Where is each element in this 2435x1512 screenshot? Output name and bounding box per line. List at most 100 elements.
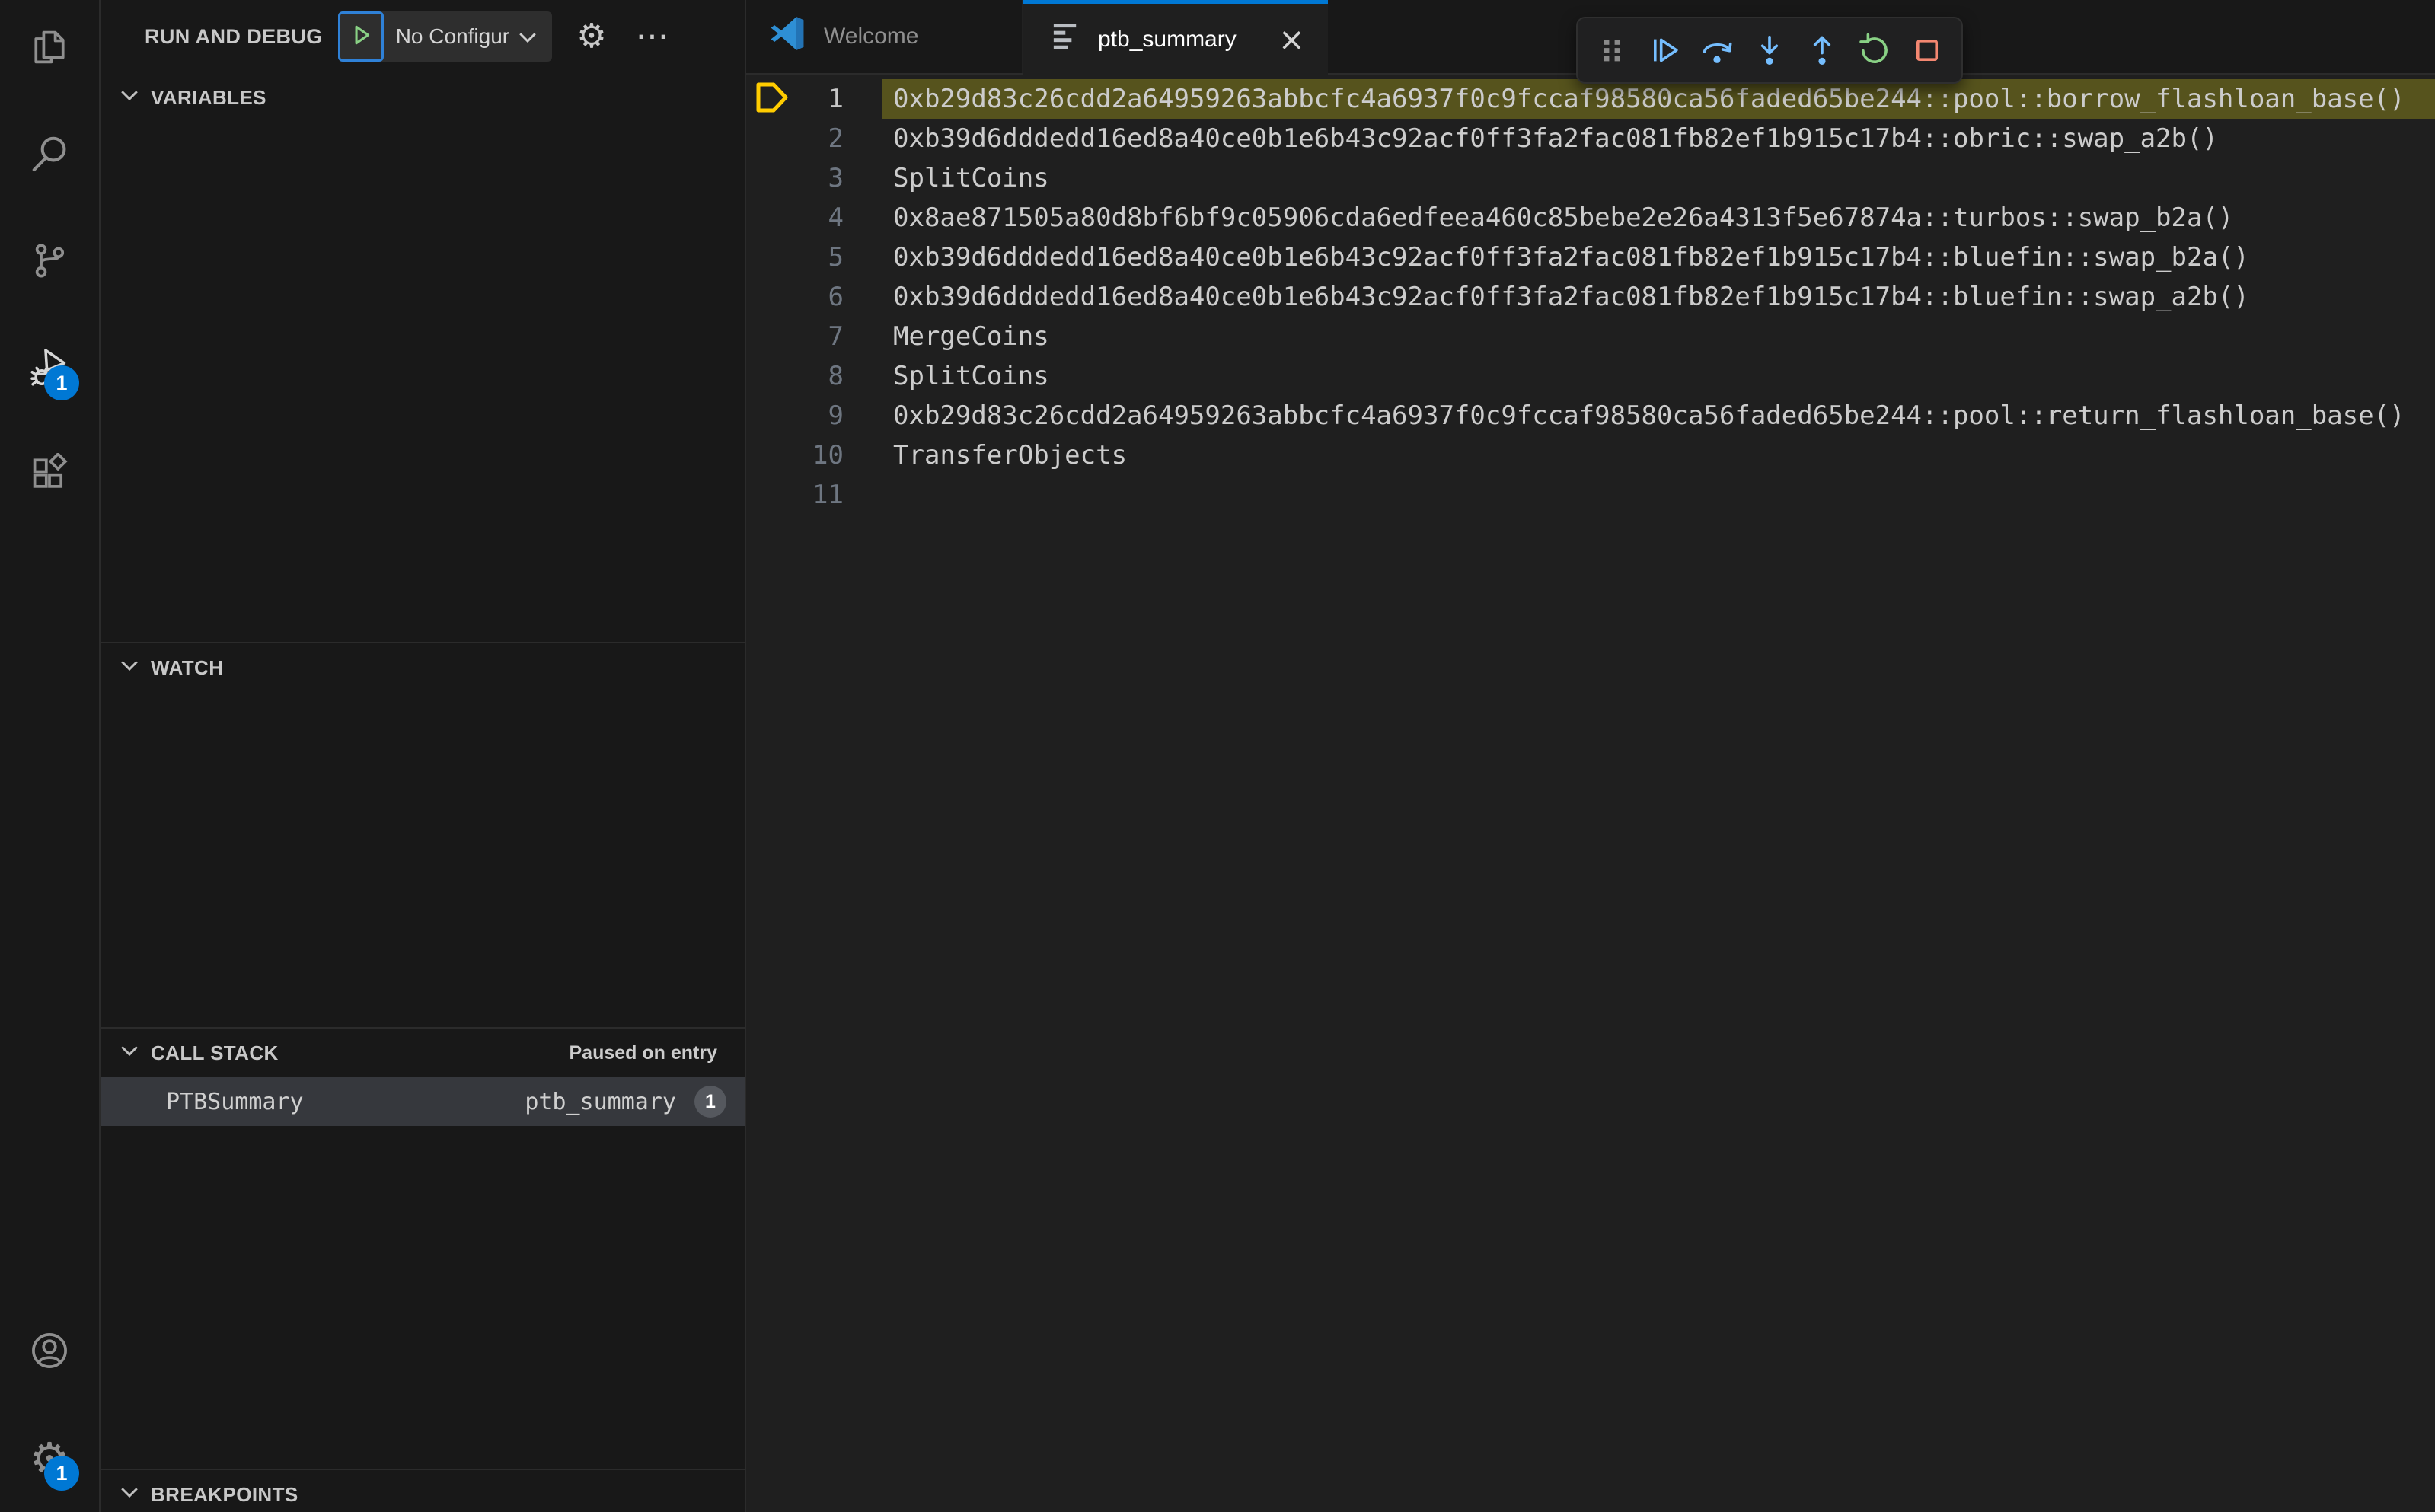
account-button[interactable] xyxy=(0,1299,99,1405)
line-text[interactable]: MergeCoins xyxy=(882,317,2435,356)
line-number: 6 xyxy=(828,282,844,312)
line-text[interactable]: TransferObjects xyxy=(882,435,2435,475)
line-number: 7 xyxy=(828,321,844,352)
current-line-arrow-icon xyxy=(752,81,792,117)
run-and-debug-sidebar: RUN AND DEBUG No Configur ⚙ ⋯ VARIABLES … xyxy=(101,0,746,1512)
sidebar-item-search[interactable] xyxy=(0,102,99,209)
sidebar-title: RUN AND DEBUG xyxy=(145,24,323,48)
line-text[interactable] xyxy=(882,475,2435,515)
code-line-2: 2 0xb39d6dddedd16ed8a40ce0b1e6b43c92acf0… xyxy=(746,119,2435,158)
close-tab-icon[interactable]: × xyxy=(1278,23,1305,56)
line-text[interactable]: 0xb39d6dddedd16ed8a40ce0b1e6b43c92acf0ff… xyxy=(882,277,2435,317)
settings-button[interactable]: ⚙ 1 xyxy=(0,1405,99,1512)
code-line-7: 7 MergeCoins xyxy=(746,317,2435,356)
debug-toolbar xyxy=(1576,17,1963,84)
frame-source: ptb_summary xyxy=(525,1088,676,1115)
code-line-11: 11 xyxy=(746,475,2435,515)
debug-count-badge: 1 xyxy=(44,365,79,400)
explorer-icon xyxy=(29,27,70,72)
code-line-4: 4 0x8ae871505a80d8bf6bf9c05906cda6edfeea… xyxy=(746,198,2435,238)
line-number: 4 xyxy=(828,203,844,233)
account-icon xyxy=(29,1330,70,1375)
gutter-breakpoint-slot[interactable] xyxy=(746,238,799,277)
code-line-1: 1 0xb29d83c26cdd2a64959263abbcfc4a6937f0… xyxy=(746,79,2435,119)
chevron-down-icon xyxy=(120,90,151,105)
code-line-10: 10 TransferObjects xyxy=(746,435,2435,475)
sidebar-header: RUN AND DEBUG No Configur ⚙ ⋯ xyxy=(101,0,745,73)
code-line-6: 6 0xb39d6dddedd16ed8a40ce0b1e6b43c92acf0… xyxy=(746,277,2435,317)
debug-config-label: No Configur xyxy=(395,24,510,48)
watch-label: WATCH xyxy=(151,656,224,679)
vscode-logo-icon xyxy=(769,14,807,59)
start-debugging-button[interactable] xyxy=(337,11,384,62)
frame-name: PTBSummary xyxy=(166,1088,304,1115)
line-text[interactable]: 0xb39d6dddedd16ed8a40ce0b1e6b43c92acf0ff… xyxy=(882,238,2435,277)
gutter-breakpoint-slot[interactable] xyxy=(746,396,799,435)
play-icon xyxy=(346,21,375,53)
variables-section-header[interactable]: VARIABLES xyxy=(101,73,745,122)
activity-bar-bottom: ⚙ 1 xyxy=(0,1303,99,1512)
tab-ptb-summary-label: ptb_summary xyxy=(1098,26,1237,52)
code-editor: 1 0xb29d83c26cdd2a64959263abbcfc4a6937f0… xyxy=(746,75,2435,515)
variables-section: VARIABLES xyxy=(101,73,745,642)
variables-label: VARIABLES xyxy=(151,85,266,109)
step-into-button[interactable] xyxy=(1750,31,1789,69)
call-stack-section-header[interactable]: CALL STACK Paused on entry xyxy=(101,1029,745,1077)
sidebar-item-extensions[interactable] xyxy=(0,422,99,528)
activity-bar: 1 ⚙ 1 xyxy=(0,0,101,1512)
debug-config-dropdown[interactable]: No Configur xyxy=(384,11,552,62)
breakpoints-label: BREAKPOINTS xyxy=(151,1482,298,1506)
gutter-breakpoint-slot[interactable] xyxy=(746,79,799,119)
settings-count-badge: 1 xyxy=(44,1456,79,1491)
gutter-breakpoint-slot[interactable] xyxy=(746,277,799,317)
list-file-icon xyxy=(1049,20,1083,59)
line-number: 10 xyxy=(812,440,844,471)
line-text[interactable]: SplitCoins xyxy=(882,356,2435,396)
code-line-8: 8 SplitCoins xyxy=(746,356,2435,396)
line-text[interactable]: 0xb29d83c26cdd2a64959263abbcfc4a6937f0c9… xyxy=(882,79,2435,119)
continue-button[interactable] xyxy=(1645,31,1683,69)
code-line-9: 9 0xb29d83c26cdd2a64959263abbcfc4a6937f0… xyxy=(746,396,2435,435)
line-number: 5 xyxy=(828,242,844,273)
toolbar-drag-gripper[interactable] xyxy=(1593,31,1631,69)
breakpoints-section: BREAKPOINTS xyxy=(101,1469,745,1512)
restart-button[interactable] xyxy=(1856,31,1894,69)
tab-welcome-label: Welcome xyxy=(824,24,919,49)
more-actions-icon[interactable]: ⋯ xyxy=(636,20,669,53)
tab-welcome[interactable]: Welcome xyxy=(746,0,1023,73)
sidebar-item-source-control[interactable] xyxy=(0,209,99,315)
watch-section: WATCH xyxy=(101,642,745,1027)
chevron-down-icon xyxy=(519,24,537,49)
line-text[interactable]: 0xb29d83c26cdd2a64959263abbcfc4a6937f0c9… xyxy=(882,396,2435,435)
frame-session-badge: 1 xyxy=(694,1086,726,1118)
gutter-breakpoint-slot[interactable] xyxy=(746,317,799,356)
line-text[interactable]: 0xb39d6dddedd16ed8a40ce0b1e6b43c92acf0ff… xyxy=(882,119,2435,158)
sidebar-item-explorer[interactable] xyxy=(0,0,99,102)
line-text[interactable]: 0x8ae871505a80d8bf6bf9c05906cda6edfeea46… xyxy=(882,198,2435,238)
watch-section-header[interactable]: WATCH xyxy=(101,643,745,692)
gutter-breakpoint-slot[interactable] xyxy=(746,158,799,198)
tab-ptb-summary[interactable]: ptb_summary × xyxy=(1023,0,1328,75)
chevron-down-icon xyxy=(120,660,151,675)
gutter-breakpoint-slot[interactable] xyxy=(746,356,799,396)
editor-group: Welcome ptb_summary × 1 0xb29d83c26cdd2a… xyxy=(746,0,2435,1512)
stop-button[interactable] xyxy=(1908,31,1946,69)
gutter-breakpoint-slot[interactable] xyxy=(746,119,799,158)
code-line-3: 3 SplitCoins xyxy=(746,158,2435,198)
gutter-breakpoint-slot[interactable] xyxy=(746,435,799,475)
code-line-5: 5 0xb39d6dddedd16ed8a40ce0b1e6b43c92acf0… xyxy=(746,238,2435,277)
line-number: 8 xyxy=(828,361,844,391)
breakpoints-section-header[interactable]: BREAKPOINTS xyxy=(101,1470,745,1512)
debug-config-control: No Configur xyxy=(337,11,553,62)
chevron-down-icon xyxy=(120,1487,151,1502)
extensions-icon xyxy=(29,451,70,498)
step-over-button[interactable] xyxy=(1698,31,1736,69)
line-text[interactable]: SplitCoins xyxy=(882,158,2435,198)
gutter-breakpoint-slot[interactable] xyxy=(746,198,799,238)
line-number: 3 xyxy=(828,163,844,193)
call-stack-frame-row[interactable]: PTBSummary ptb_summary 1 xyxy=(101,1077,745,1126)
step-out-button[interactable] xyxy=(1803,31,1841,69)
sidebar-item-run-and-debug[interactable]: 1 xyxy=(0,315,99,422)
launch-settings-gear-icon[interactable]: ⚙ xyxy=(576,20,606,53)
gutter-breakpoint-slot[interactable] xyxy=(746,475,799,515)
